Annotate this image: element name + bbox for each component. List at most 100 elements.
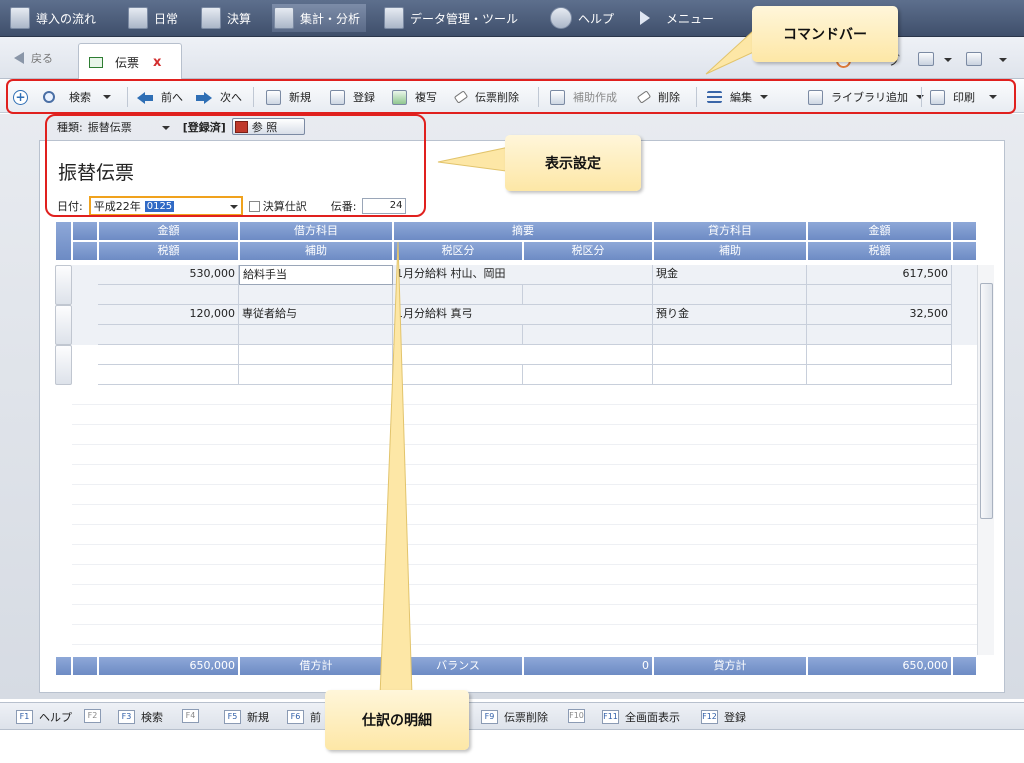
column-settings-icon[interactable]	[72, 221, 98, 241]
window-dropdown-icon[interactable]	[999, 58, 1007, 62]
new-button[interactable]: 新規	[266, 88, 311, 106]
credit-tax-class-cell[interactable]	[523, 365, 653, 385]
closing-entry-checkbox[interactable]	[248, 200, 260, 212]
window-close-icon[interactable]	[966, 52, 982, 66]
fkey-badge: F4	[182, 709, 199, 723]
credit-tax-cell[interactable]	[807, 365, 952, 385]
summary-cell[interactable]: 1月分給料 真弓	[393, 305, 653, 325]
debit-amount-cell[interactable]: 120,000	[98, 305, 239, 325]
fkey-f11[interactable]: F11 全画面表示	[602, 709, 680, 725]
grid-scrollbar[interactable]	[977, 265, 994, 655]
credit-tax-cell[interactable]	[807, 285, 952, 305]
favorite-dropdown-icon[interactable]	[944, 58, 952, 62]
slip-tab-icon	[89, 56, 103, 68]
delete-button[interactable]: 削除	[636, 88, 680, 106]
menu-help[interactable]: ヘルプ	[550, 4, 614, 32]
edit-lines-icon	[707, 91, 722, 103]
date-field[interactable]: 平成22年 0125	[88, 196, 243, 216]
credit-tax-cell[interactable]	[807, 325, 952, 345]
fkey-f2[interactable]: F2	[84, 709, 107, 723]
credit-amount-cell[interactable]	[807, 345, 952, 365]
fkey-badge: F12	[701, 710, 718, 724]
debit-tax-cell[interactable]	[98, 325, 239, 345]
journal-detail-callout: 仕訳の明細	[325, 690, 469, 750]
credit-sub-cell[interactable]	[653, 365, 807, 385]
fkey-f10[interactable]: F10	[568, 709, 591, 723]
reference-button[interactable]: 参 照	[231, 118, 305, 135]
fkey-badge: F5	[224, 710, 241, 724]
type-select[interactable]: 振替伝票	[87, 119, 173, 135]
credit-account-cell[interactable]	[653, 345, 807, 365]
menu-arrow-icon	[640, 11, 650, 25]
library-add-button[interactable]: ライブラリ追加	[808, 88, 924, 106]
summary-cell[interactable]: 1月分給料 村山、岡田	[393, 265, 653, 285]
close-tab-icon[interactable]: x	[153, 55, 161, 70]
credit-account-cell[interactable]: 預り金	[653, 305, 807, 325]
debit-amount-cell[interactable]: 530,000	[98, 265, 239, 285]
fkey-f3[interactable]: F3 検索	[118, 709, 163, 725]
edit-button[interactable]: 編集	[707, 88, 768, 106]
credit-sub-cell[interactable]	[653, 285, 807, 305]
menu-daily[interactable]: 日常	[128, 4, 178, 32]
menu-flow[interactable]: 導入の流れ	[10, 4, 96, 32]
copy-button[interactable]: 複写	[392, 88, 437, 106]
fkey-f5[interactable]: F5 新規	[224, 709, 269, 725]
copy-icon	[392, 89, 407, 105]
register-label: 登録	[353, 91, 375, 104]
toolbar-separator	[538, 87, 539, 107]
prev-label: 前へ	[161, 91, 183, 104]
menu-data-tools[interactable]: データ管理・ツール	[384, 4, 518, 32]
credit-sub-cell[interactable]	[653, 325, 807, 345]
register-button[interactable]: 登録	[330, 88, 375, 106]
tab-slip[interactable]: 伝票 x	[78, 43, 182, 80]
page-title: 振替伝票	[58, 162, 135, 184]
toolbar-separator	[696, 87, 697, 107]
expand-button[interactable]: +	[13, 88, 36, 106]
fkey-badge: F2	[84, 709, 101, 723]
back-button[interactable]: 戻る	[14, 50, 53, 66]
credit-tax-class-cell[interactable]	[523, 285, 653, 305]
fkey-label: 全画面表示	[625, 711, 680, 724]
row-selector[interactable]	[55, 265, 72, 305]
new-label: 新規	[289, 91, 311, 104]
credit-tax-class-cell[interactable]	[523, 325, 653, 345]
fkey-f6[interactable]: F6 前	[287, 709, 321, 725]
slip-number-field[interactable]: 24	[362, 198, 407, 214]
date-row: 日付: 平成22年 0125 決算仕訳 伝番: 24	[57, 196, 407, 216]
prev-button[interactable]: 前へ	[137, 88, 183, 106]
credit-total-label: 貸方計	[653, 656, 807, 676]
search-icon	[43, 91, 55, 103]
summary-cell[interactable]	[393, 345, 653, 365]
debit-tax-cell[interactable]	[98, 365, 239, 385]
credit-amount-cell[interactable]: 32,500	[807, 305, 952, 325]
favorite-icon[interactable]	[918, 52, 934, 66]
print-button[interactable]: 印刷	[930, 88, 997, 106]
next-arrow-icon	[196, 90, 212, 105]
row-selector[interactable]	[55, 305, 72, 345]
flow-icon	[10, 7, 30, 29]
next-button[interactable]: 次へ	[196, 88, 242, 106]
menu-closing[interactable]: 決算	[201, 4, 251, 32]
fkey-f12[interactable]: F12 登録	[701, 709, 746, 725]
search-button[interactable]: 検索	[43, 88, 111, 106]
delete-slip-button[interactable]: 伝票削除	[453, 88, 519, 106]
prev-arrow-icon	[137, 90, 153, 105]
menu-analysis[interactable]: 集計・分析	[272, 4, 367, 32]
debit-amount-cell[interactable]	[98, 345, 239, 365]
library-icon	[808, 89, 823, 105]
search-label: 検索	[69, 91, 91, 104]
debit-tax-cell[interactable]	[98, 285, 239, 305]
aux-create-button[interactable]: 補助作成	[550, 88, 617, 106]
data-tool-icon	[384, 7, 404, 29]
fkey-f9[interactable]: F9 伝票削除	[481, 709, 548, 725]
fkey-f1[interactable]: F1 ヘルプ	[16, 709, 72, 725]
fkey-f4[interactable]: F4	[182, 709, 205, 723]
scrollbar-thumb[interactable]	[980, 283, 993, 519]
row-selector[interactable]	[55, 345, 72, 385]
grid-options-icon[interactable]	[952, 221, 977, 241]
fkey-badge: F1	[16, 710, 33, 724]
credit-amount-cell[interactable]: 617,500	[807, 265, 952, 285]
type-label: 種類:	[57, 120, 83, 134]
menu-flow-label: 導入の流れ	[36, 11, 97, 26]
credit-account-cell[interactable]: 現金	[653, 265, 807, 285]
